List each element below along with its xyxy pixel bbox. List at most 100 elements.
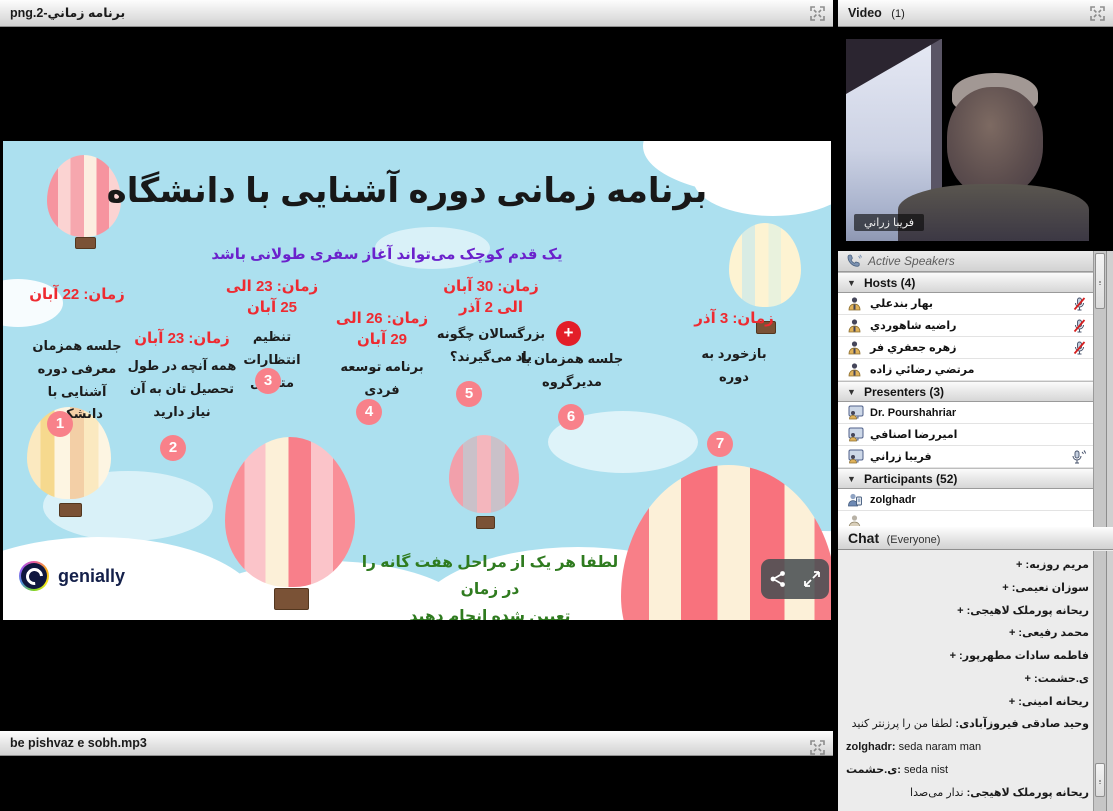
chat-sender: سوزان نعیمی [1009,582,1089,594]
item-time: زمان: 23 الی 25 آبان [225,276,319,318]
scrollbar-grip [1099,281,1101,285]
chat-sender: ی.حشمت [846,764,904,776]
chat-pod-titlebar[interactable]: Chat (Everyone) [838,527,1113,550]
share-icon[interactable] [769,570,787,588]
active-speakers-label: Active Speakers [868,254,955,268]
slide-footer-line2: تعیین شده انجام دهید [360,603,620,620]
chat-pod: Chat (Everyone) مریم روزبه+ سوزان نعیمی+… [838,527,1113,811]
step-circle-1[interactable]: 1 [47,411,73,437]
participants-section-header[interactable]: ▼ Participants (52) [838,468,1113,489]
chat-message: ریحانه پورملک لاهیجیندار می‌صدا [846,787,1089,801]
attendee-row[interactable]: راضيه شاهوردي [838,315,1113,337]
phone-icon [846,254,862,269]
item-desc: همه آنچه در طول تحصیل تان به آن نیاز دار… [127,355,237,423]
hosts-section-header[interactable]: ▼ Hosts (4) [838,272,1113,293]
video-count: (1) [891,8,904,20]
timeline-item-6: جلسه همزمان با مدیرگروه [519,348,625,394]
active-speakers-bar: Active Speakers [838,251,1113,272]
slide-title: برنامه زمانی دوره آشنایی با دانشگاه [3,171,811,211]
attendee-row[interactable]: زهره جعفري فر [838,337,1113,359]
chat-message: ریحانه پورملک لاهیجی+ [846,605,1089,619]
genially-logo-icon [19,561,49,591]
chat-message-list: مریم روزبه+ سوزان نعیمی+ ریحانه پورملک ل… [838,551,1113,811]
video-pod-titlebar[interactable]: Video (1) [838,0,1113,27]
item-time: زمان: 22 آبان [21,284,133,305]
chat-message: ی.حشمتseda nist [846,764,1089,778]
attendee-row-partial[interactable] [838,511,1113,526]
fullscreen-icon[interactable] [1090,6,1105,21]
participant-icon [847,514,862,526]
webcam-name-badge: فريبا زراني [854,214,924,231]
video-pod-title: Video [848,6,882,20]
item-time: زمان: 3 آذر [685,308,783,329]
timeline-item-1: زمان: 22 آبان جلسه همزمان معرفی دوره آشن… [21,284,133,426]
step-circle-6[interactable]: 6 [558,404,584,430]
webcam-corner-shadow [846,39,941,94]
chat-message: ی.حشمت+ [846,673,1089,687]
attendee-row[interactable]: zolghadr [838,489,1113,511]
webcam-video[interactable]: فريبا زراني [846,39,1105,241]
plus-icon[interactable]: + [556,321,581,346]
chat-sender: فاطمه سادات مطهرپور [956,650,1089,662]
step-circle-4[interactable]: 4 [356,399,382,425]
chat-text: ندار می‌صدا [910,787,964,799]
step-circle-3[interactable]: 3 [255,368,281,394]
chat-message: سوزان نعیمی+ [846,582,1089,596]
scrollbar-thumb[interactable] [1095,253,1105,309]
chat-message: محمد رفیعی+ [846,627,1089,641]
pod-edge-strip [1106,551,1113,811]
audio-pod: be pishvaz e sobh.mp3 [0,727,833,811]
step-circle-7[interactable]: 7 [707,431,733,457]
hot-air-balloon [225,437,355,587]
step-circle-2[interactable]: 2 [160,435,186,461]
timeline-item-7: زمان: 3 آذر بازخورد به دوره [685,308,783,389]
attendees-scrollbar[interactable] [1093,251,1106,527]
attendee-row[interactable]: بهار بندعلي [838,293,1113,315]
chat-message: مریم روزبه+ [846,559,1089,573]
chat-text: seda naram man [899,741,982,753]
presenters-header-label: Presenters (3) [864,385,944,399]
hot-air-balloon [449,435,519,513]
chat-scrollbar[interactable] [1093,551,1106,811]
chat-sender: ریحانه پورملک لاهیجی [964,605,1089,617]
attendee-name: راضيه شاهوردي [870,320,956,332]
attendees-pod: Active Speakers ▼ Hosts (4) بهار بندعلي … [838,251,1113,527]
chat-message: ریحانه امینی+ [846,696,1089,710]
item-time: زمان: 23 آبان [127,328,237,349]
item-time: زمان: 26 الی 29 آبان [333,308,431,350]
attendee-name: زهره جعفري فر [870,342,956,354]
disclosure-triangle-icon[interactable]: ▼ [847,382,856,402]
share-pod-title: برنامه زماني-2.png [10,6,125,20]
audio-pod-titlebar[interactable]: be pishvaz e sobh.mp3 [0,731,833,756]
step-circle-5[interactable]: 5 [456,381,482,407]
chat-sender: ی.حشمت [1031,673,1089,685]
attendee-row[interactable]: Dr. Pourshahriar [838,402,1113,424]
fullscreen-icon[interactable] [810,6,825,21]
pod-edge-strip [1106,251,1113,527]
chat-message: فاطمه سادات مطهرپور+ [846,650,1089,664]
scrollbar-thumb[interactable] [1095,763,1105,797]
slide-subtitle: یک قدم کوچک می‌تواند آغاز سفری طولانی با… [3,245,771,263]
share-pod-titlebar[interactable]: برنامه زماني-2.png [0,0,833,27]
chat-text: لطفا من را پرزنتر کنید [852,718,953,730]
attendee-row[interactable]: فريبا زراني [838,446,1113,468]
participants-header-label: Participants (52) [864,472,957,486]
scrollbar-grip [1099,780,1101,784]
item-desc: برنامه توسعه فردی [333,356,431,402]
attendee-row[interactable]: اميررضا اصنافي [838,424,1113,446]
timeline-item-4: زمان: 26 الی 29 آبان برنامه توسعه فردی [333,308,431,402]
chat-sender: محمد رفیعی [1015,627,1089,639]
item-desc: جلسه همزمان معرفی دوره آشنایی با دانشکده [21,335,133,426]
chat-sender: مریم روزبه [1022,559,1089,571]
disclosure-triangle-icon[interactable]: ▼ [847,469,856,489]
item-desc: بازخورد به دوره [685,343,783,389]
attendee-name: فريبا زراني [870,451,932,463]
fullscreen-icon[interactable] [810,740,825,755]
disclosure-triangle-icon[interactable]: ▼ [847,273,856,293]
expand-icon[interactable] [803,570,821,588]
genially-brand[interactable]: genially [19,561,125,591]
chat-sender: وحید صادقی فیروزآبادی [952,718,1089,730]
attendee-row[interactable]: مرتضي رضائي زاده [838,359,1113,381]
presenters-section-header[interactable]: ▼ Presenters (3) [838,381,1113,402]
hosts-header-label: Hosts (4) [864,276,915,290]
